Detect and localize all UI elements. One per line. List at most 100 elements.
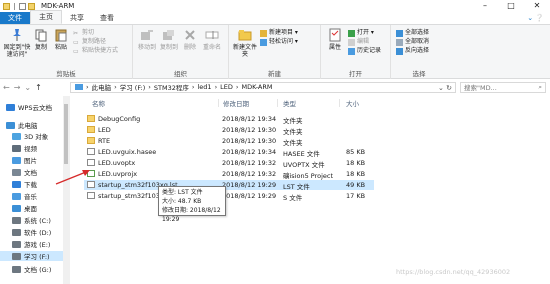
edit-button[interactable]: 编辑 [348,38,381,46]
tooltip-type: 类型: LST 文件 [162,189,203,196]
file-row-uvguix[interactable]: LED.uvguix.hasee 2018/8/12 19:34 HASEE 文… [84,147,374,158]
delete-label: 删除 [183,44,196,51]
maximize-icon[interactable]: □ [498,0,524,12]
column-header-date[interactable]: 修改日期 [223,98,249,108]
properties-label: 属性 [328,44,341,51]
nav-item-music[interactable]: 音乐 [12,191,37,201]
breadcrumb-this-pc[interactable]: 此电脑 [92,82,112,92]
picture-icon [12,156,21,164]
file-row-uvoptx[interactable]: LED.uvoptx 2018/8/12 19:32 UVOPTX 文件 18 … [84,158,374,169]
drive-icon [12,228,21,236]
file-row-uvprojx[interactable]: LED.uvprojx 2018/8/12 19:32 礦ision5 Proj… [84,169,374,180]
organize-group: 移动到 复制到 删除 重命名 组织 [133,25,229,79]
nav-item-3d-objects[interactable]: 3D 对象 [12,131,48,141]
back-icon[interactable]: ← [3,83,10,92]
select-all-button[interactable]: 全部选择 [396,29,429,37]
nav-item-wps[interactable]: WPS云文档 [6,102,52,112]
quick-access-toolbar [0,2,35,10]
properties-icon[interactable] [19,2,26,10]
open-button[interactable]: 打开 ▾ [348,29,381,37]
file-date: 2018/8/12 19:29 [222,181,277,189]
new-group-label: 新建 [268,70,281,78]
nav-item-label: 系统 (C:) [24,217,51,225]
up-icon[interactable]: ↑ [35,83,42,92]
file-row-debugconfig[interactable]: DebugConfig 2018/8/12 19:34 文件夹 [84,114,374,125]
new-item-button[interactable]: 新建项目 ▾ [260,29,298,37]
copy-to-label: 复制到 [159,44,178,51]
history-button[interactable]: 历史记录 [348,47,381,55]
copy-path-button[interactable]: ▭ 复制路径 [73,38,118,46]
open-group-label: 打开 [349,70,362,78]
nav-item-drive-e[interactable]: 游戏 (E:) [12,239,50,249]
recent-chevron-icon[interactable]: ⌄ [24,83,31,92]
nav-item-videos[interactable]: 视频 [12,143,37,153]
nav-item-drive-f[interactable]: 学习 (F:) [0,251,69,261]
forward-icon[interactable]: → [14,83,21,92]
history-label: 历史记录 [357,47,382,54]
file-type: 文件夹 [283,117,303,125]
folder-icon [87,126,95,133]
paste-shortcut-button[interactable]: ▭ 粘贴快捷方式 [73,47,118,55]
nav-item-downloads[interactable]: 下载 [12,179,37,189]
folder-icon [3,2,10,10]
nav-scrollbar[interactable] [63,96,69,284]
file-icon [87,181,95,188]
breadcrumb-stm32[interactable]: STM32程序 [154,82,189,92]
nav-item-label: WPS云文档 [18,104,52,112]
refresh-icon[interactable]: ⌄ ↻ [438,84,452,92]
nav-item-label: 此电脑 [18,122,38,130]
file-row-startup-s[interactable]: startup_stm32f103xg.s 2018/8/12 19:29 S … [84,191,374,202]
open-label: 打开 ▾ [357,29,374,36]
invert-selection-button[interactable]: 反向选择 [396,47,429,55]
breadcrumb-led1[interactable]: led1 [197,83,211,91]
column-divider[interactable] [339,99,340,107]
select-none-button[interactable]: 全部取消 [396,38,429,46]
nav-item-desktop[interactable]: 桌面 [12,203,37,213]
file-name: LED [98,126,111,134]
tab-view[interactable]: 查看 [92,12,122,24]
edit-icon [348,38,355,46]
nav-item-pictures[interactable]: 图片 [12,155,37,165]
help-icon[interactable]: ⌄ ❔ [527,12,550,24]
nav-item-drive-c[interactable]: 系统 (C:) [12,215,51,225]
column-header-name[interactable]: 名称 [92,98,105,108]
nav-item-documents[interactable]: 文档 [12,167,37,177]
nav-item-drive-d[interactable]: 软件 (D:) [12,227,51,237]
new-folder-label: 新建文件夹 [232,44,257,58]
nav-scroll-thumb[interactable] [64,104,68,164]
file-row-led[interactable]: LED 2018/8/12 19:30 文件夹 [84,125,374,136]
file-row-startup-lst[interactable]: startup_stm32f103xg.lst 2018/8/12 19:29 … [84,180,374,191]
tab-home[interactable]: 主页 [30,10,62,24]
easy-access-button[interactable]: 轻松访问 ▾ [260,38,298,46]
new-folder-icon [238,30,252,41]
breadcrumb-sep: › [148,83,151,91]
breadcrumb-drive[interactable]: 学习 (F:) [120,82,146,92]
copy-path-icon: ▭ [73,38,79,46]
cube-icon [12,132,21,140]
file-date: 2018/8/12 19:29 [222,192,277,200]
column-divider[interactable] [277,99,278,107]
column-divider[interactable] [218,99,219,107]
file-row-rte[interactable]: RTE 2018/8/12 19:30 文件夹 [84,136,374,147]
new-folder-icon[interactable] [28,2,35,10]
column-header-size[interactable]: 大小 [346,98,359,108]
address-bar[interactable]: › 此电脑 › 学习 (F:) › STM32程序 › led1 › LED ›… [70,81,456,93]
file-type: S 文件 [283,194,303,202]
window-title: MDK-ARM [41,2,75,10]
nav-item-drive-g[interactable]: 文档 (G:) [12,264,51,274]
breadcrumb-led[interactable]: LED [220,83,233,91]
nav-item-label: 文档 (G:) [24,266,52,274]
file-size: 49 KB [346,181,366,189]
breadcrumb-mdk-arm[interactable]: MDK-ARM [242,83,273,91]
column-header-type[interactable]: 类型 [283,98,296,108]
computer-icon [75,84,83,90]
tab-file[interactable]: 文件 [0,12,30,24]
search-input[interactable]: 搜索"MD... ⌕ [460,81,546,93]
close-icon[interactable]: ✕ [524,0,550,12]
breadcrumb-sep: › [214,83,218,91]
paste-shortcut-label: 粘贴快捷方式 [82,47,119,54]
nav-item-this-pc[interactable]: 此电脑 [6,120,38,130]
cut-button[interactable]: ✂ 剪切 [73,29,118,37]
tab-share[interactable]: 共享 [62,12,92,24]
minimize-icon[interactable]: – [472,0,498,12]
